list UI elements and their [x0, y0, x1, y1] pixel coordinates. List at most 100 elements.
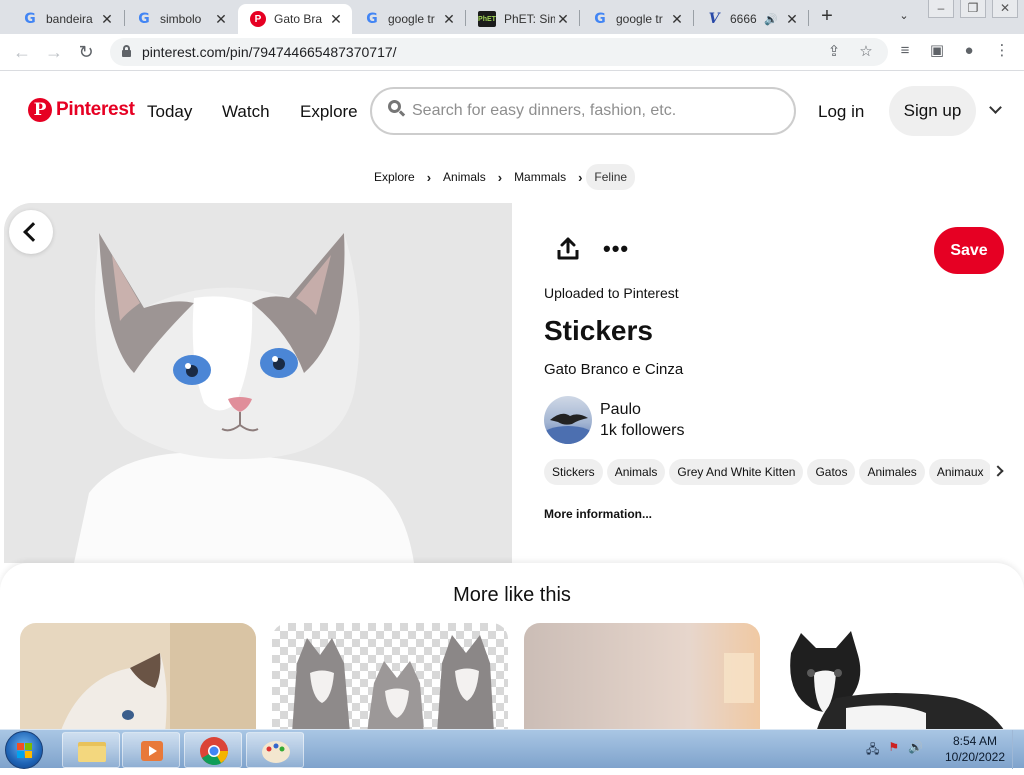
- tag-chip[interactable]: Gatos: [807, 459, 856, 485]
- tab-title: google tr: [388, 12, 435, 26]
- nav-watch[interactable]: Watch: [222, 102, 270, 122]
- reload-icon[interactable]: ↻: [74, 40, 98, 64]
- minimize-icon[interactable]: –: [928, 0, 954, 18]
- save-button[interactable]: Save: [934, 227, 1004, 274]
- search-icon: [388, 100, 406, 118]
- cat-illustration: [4, 203, 512, 563]
- chrome-menu-icon[interactable]: ⋮: [992, 41, 1012, 61]
- close-icon[interactable]: ✕: [441, 11, 457, 28]
- v-icon: V: [708, 11, 720, 27]
- pinterest-icon: P: [250, 11, 266, 27]
- browser-tab-active[interactable]: P Gato Bra ✕: [238, 4, 352, 34]
- close-icon[interactable]: ✕: [328, 11, 344, 28]
- search-box[interactable]: [370, 87, 796, 135]
- related-pin[interactable]: [272, 623, 508, 733]
- profile-icon[interactable]: ●: [959, 41, 979, 61]
- share-icon[interactable]: [555, 236, 581, 262]
- breadcrumb-explore[interactable]: Explore: [366, 164, 423, 190]
- folder-icon: [78, 742, 106, 762]
- new-tab-button[interactable]: +: [816, 5, 838, 27]
- browser-tab[interactable]: G bandeira ✕: [10, 4, 123, 34]
- site-header: P Pinterest Today Watch Explore Log in S…: [0, 72, 1024, 152]
- breadcrumb-feline[interactable]: Feline: [586, 164, 636, 190]
- browser-tab[interactable]: G google tr ✕: [580, 4, 693, 34]
- pinterest-icon: P: [28, 98, 52, 122]
- chevron-right-icon: ›: [497, 169, 503, 185]
- tab-title: google tr: [616, 12, 663, 26]
- close-icon[interactable]: ✕: [669, 11, 685, 28]
- browser-tab[interactable]: V 6666 🔊 ✕: [694, 4, 808, 34]
- phet-icon: PhET: [478, 11, 496, 27]
- tab-title: 6666: [730, 12, 757, 26]
- breadcrumb-animals[interactable]: Animals: [435, 164, 494, 190]
- pin-title: Stickers: [544, 315, 653, 346]
- browser-tab[interactable]: G google tr ✕: [352, 4, 465, 34]
- tag-chip[interactable]: Animales: [859, 459, 925, 485]
- login-button[interactable]: Log in: [818, 102, 864, 122]
- tag-chip[interactable]: Grey And White Kitten: [669, 459, 804, 485]
- bookmark-star-icon[interactable]: ☆: [856, 42, 876, 62]
- clock-date: 10/20/2022: [944, 750, 1006, 764]
- pin-image[interactable]: [4, 203, 512, 563]
- speaker-icon[interactable]: 🔊: [764, 13, 778, 26]
- signup-button[interactable]: Sign up: [889, 86, 976, 136]
- more-information-link[interactable]: More information...: [544, 507, 652, 521]
- chevron-right-icon[interactable]: [994, 464, 1004, 478]
- more-options-icon[interactable]: •••: [603, 238, 629, 260]
- browser-tab[interactable]: PhET PhET: Sim ✕: [466, 4, 579, 34]
- tab-title: simbolo: [160, 12, 202, 26]
- related-pin[interactable]: [20, 623, 256, 733]
- avatar[interactable]: [544, 396, 592, 444]
- search-input[interactable]: [412, 99, 772, 123]
- pinterest-logo[interactable]: P Pinterest: [28, 98, 135, 122]
- window-controls: – ❐ ✕: [928, 0, 1024, 18]
- close-icon[interactable]: ✕: [555, 11, 571, 28]
- related-pin[interactable]: [776, 623, 1012, 733]
- breadcrumb-mammals[interactable]: Mammals: [506, 164, 574, 190]
- chevron-down-icon[interactable]: [988, 102, 1004, 118]
- tag-chip[interactable]: Animals: [606, 459, 666, 485]
- network-icon[interactable]: 🖧: [866, 740, 879, 761]
- back-arrow-icon[interactable]: ←: [10, 40, 34, 64]
- chrome-icon: [200, 737, 228, 766]
- tab-divider: [808, 10, 809, 26]
- uploaded-label: Uploaded to Pinterest: [544, 285, 679, 301]
- system-tray: 🖧 ⚑ 🔊: [866, 740, 923, 761]
- breadcrumb: Explore › Animals › Mammals › Feline: [366, 164, 636, 190]
- paint-button[interactable]: [246, 732, 304, 768]
- tag-chip[interactable]: Stickers: [544, 459, 603, 485]
- user-name[interactable]: Paulo: [600, 401, 641, 419]
- windows-taskbar: 🖧 ⚑ 🔊 8:54 AM 10/20/2022: [0, 729, 1024, 769]
- windows-logo-icon: [17, 743, 32, 758]
- url-text[interactable]: pinterest.com/pin/794744665487370717/: [142, 44, 397, 60]
- close-icon[interactable]: ✕: [213, 11, 229, 28]
- media-player-icon: [141, 741, 163, 761]
- forward-arrow-icon[interactable]: →: [42, 40, 66, 64]
- related-pin[interactable]: [524, 623, 760, 733]
- start-button[interactable]: [5, 731, 43, 769]
- side-panel-icon[interactable]: ▣: [927, 41, 947, 61]
- tag-chip[interactable]: Animaux: [928, 459, 990, 485]
- close-icon[interactable]: ✕: [784, 11, 800, 28]
- nav-today[interactable]: Today: [147, 102, 192, 122]
- file-explorer-button[interactable]: [62, 732, 120, 768]
- tab-title: PhET: Sim: [504, 12, 555, 26]
- action-center-icon[interactable]: ⚑: [888, 740, 899, 761]
- nav-explore[interactable]: Explore: [300, 102, 358, 122]
- address-bar[interactable]: pinterest.com/pin/794744665487370717/ ⇪ …: [110, 38, 888, 66]
- tab-search-icon[interactable]: ⌄: [894, 6, 914, 26]
- tab-title: Gato Bra: [274, 12, 323, 26]
- lock-icon[interactable]: [122, 45, 131, 57]
- volume-icon[interactable]: 🔊: [908, 740, 923, 761]
- back-button[interactable]: [9, 210, 53, 254]
- media-controls-icon[interactable]: ≡: [895, 41, 915, 61]
- chrome-button[interactable]: [184, 732, 242, 768]
- close-window-icon[interactable]: ✕: [992, 0, 1018, 18]
- close-icon[interactable]: ✕: [99, 11, 115, 28]
- system-clock[interactable]: 8:54 AM 10/20/2022: [940, 733, 1010, 765]
- share-page-icon[interactable]: ⇪: [824, 42, 844, 62]
- show-desktop-button[interactable]: [1012, 730, 1024, 769]
- restore-icon[interactable]: ❐: [960, 0, 986, 18]
- media-player-button[interactable]: [122, 732, 180, 768]
- browser-tab[interactable]: G simbolo ✕: [124, 4, 237, 34]
